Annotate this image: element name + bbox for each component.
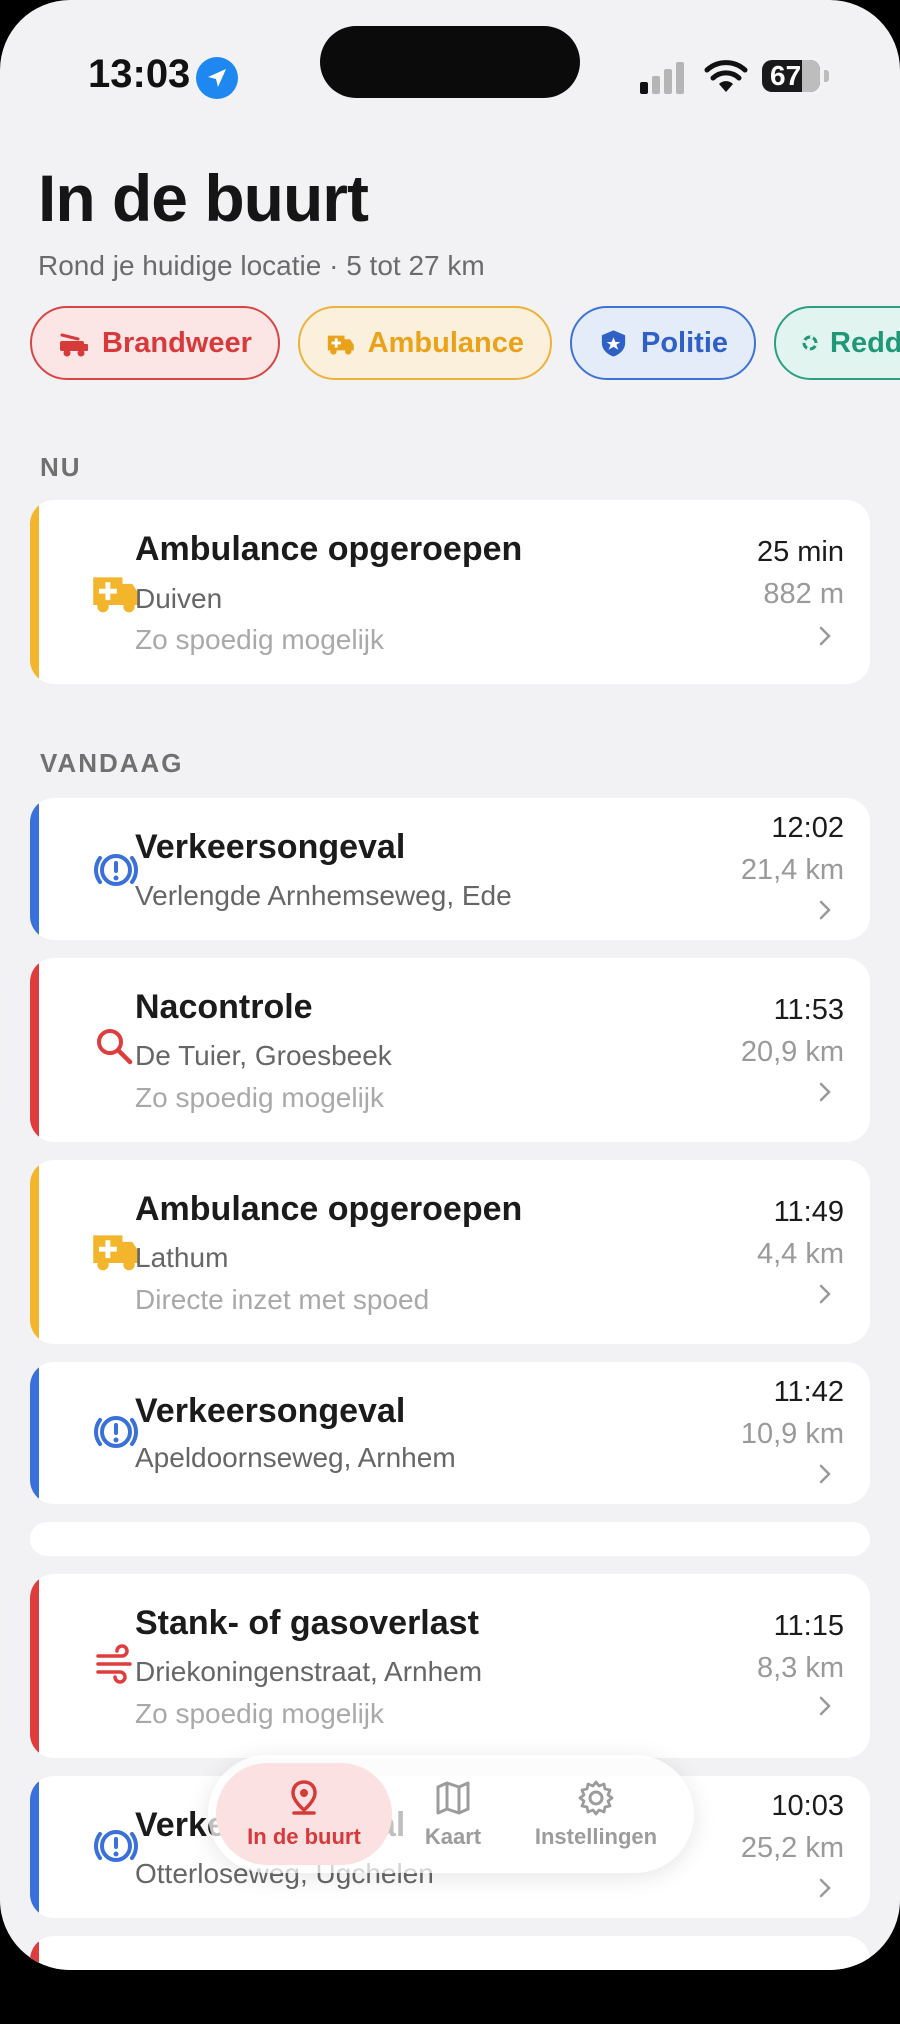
incident-distance: 10,9 km xyxy=(740,1418,844,1450)
chevron-right-icon xyxy=(819,626,831,646)
incident-location: Lathum xyxy=(135,1242,229,1273)
page-title: In de buurt xyxy=(38,161,369,235)
incident-priority: Zo spoedig mogelijk xyxy=(135,1082,385,1113)
tab-label: Kaart xyxy=(424,1824,482,1849)
tab-instellingen[interactable]: Instellingen xyxy=(508,1763,684,1865)
section-header-today: VANDAAG xyxy=(40,748,184,778)
service-filter-bar: Brandweer Ambulance Politie Redding xyxy=(30,306,900,380)
map-icon xyxy=(436,1781,470,1815)
incident-title: Verkeersongeval xyxy=(135,828,406,866)
fire-truck-icon xyxy=(60,333,88,357)
incident-card[interactable]: Verkeersongeval Verlengde Arnhemseweg, E… xyxy=(30,798,870,940)
tab-kaart[interactable]: Kaart xyxy=(408,1763,498,1865)
incident-location: Apeldoornseweg, Arnhem xyxy=(135,1442,456,1473)
incident-distance: 8,3 km xyxy=(756,1652,844,1684)
incident-card-placeholder xyxy=(30,1522,870,1556)
incident-title: Nacontrole xyxy=(135,988,313,1026)
filter-chip-redding[interactable]: Redding xyxy=(774,306,900,380)
incident-distance: 4,4 km xyxy=(756,1238,844,1270)
incident-location: De Tuier, Groesbeek xyxy=(135,1040,392,1071)
incident-priority: Zo spoedig mogelijk xyxy=(135,624,385,655)
service-color-bar xyxy=(30,798,39,940)
status-time: 13:03 xyxy=(88,52,191,96)
filter-chip-label: Ambulance xyxy=(367,326,524,359)
incident-card[interactable]: Verkeersongeval Apeldoornseweg, Arnhem 1… xyxy=(30,1362,870,1504)
bottom-tab-bar: In de buurt Kaart Instellingen xyxy=(208,1755,694,1873)
cellular-signal-icon xyxy=(640,62,684,94)
page-subtitle: Rond je huidige locatie · 5 tot 27 km xyxy=(38,250,485,281)
wifi-icon xyxy=(704,60,748,92)
police-badge-icon xyxy=(601,330,626,357)
chevron-right-icon xyxy=(819,1464,831,1484)
app-screen: 13:03 67 In de buurt Rond je huidige loc… xyxy=(0,0,900,1970)
incident-distance: 882 m xyxy=(763,578,844,610)
filter-chip-politie[interactable]: Politie xyxy=(570,306,756,380)
filter-chip-label: Brandweer xyxy=(102,326,252,359)
chevron-right-icon xyxy=(819,900,831,920)
incident-card[interactable]: Nacontrole De Tuier, Groesbeek Zo spoedi… xyxy=(30,958,870,1142)
incident-card-partial xyxy=(30,1936,870,1970)
chevron-right-icon xyxy=(819,1878,831,1898)
location-pin-icon xyxy=(291,1780,317,1815)
incident-title: Stank- of gasoverlast xyxy=(135,1604,479,1642)
battery-level: 67 xyxy=(770,60,802,91)
incident-distance: 21,4 km xyxy=(740,854,844,886)
chevron-right-icon xyxy=(819,1696,831,1716)
tab-in-de-buurt[interactable]: In de buurt xyxy=(216,1763,392,1865)
incident-time: 11:42 xyxy=(773,1376,844,1408)
incident-priority: Directe inzet met spoed xyxy=(135,1284,430,1315)
service-color-bar xyxy=(30,1160,39,1344)
battery-indicator: 67 xyxy=(762,60,820,92)
service-color-bar xyxy=(30,1776,39,1918)
lifebuoy-icon xyxy=(802,335,818,351)
service-color-bar xyxy=(30,958,39,1142)
section-header-now: NU xyxy=(40,452,82,482)
incident-time: 25 min xyxy=(756,536,844,568)
gear-icon xyxy=(578,1780,614,1816)
incident-title: Ambulance opgeroepen xyxy=(135,1190,523,1228)
service-color-bar xyxy=(30,1574,39,1758)
incident-title: Verkeersongeval xyxy=(135,1392,406,1430)
service-color-bar xyxy=(30,1936,39,1970)
incident-time: 10:03 xyxy=(771,1790,844,1822)
ambulance-icon xyxy=(327,335,354,355)
incident-time: 11:15 xyxy=(773,1610,844,1642)
incident-location: Duiven xyxy=(135,583,223,614)
incident-card[interactable]: Stank- of gasoverlast Driekoningenstraat… xyxy=(30,1574,870,1758)
battery-tip xyxy=(824,70,829,82)
service-color-bar xyxy=(30,500,39,684)
chevron-right-icon xyxy=(819,1284,831,1304)
incident-card[interactable]: Ambulance opgeroepen Lathum Directe inze… xyxy=(30,1160,870,1344)
filter-chip-label: Politie xyxy=(640,326,728,359)
incident-location: Verlengde Arnhemseweg, Ede xyxy=(135,880,512,911)
service-color-bar xyxy=(30,1362,39,1504)
incident-card[interactable]: Ambulance opgeroepen Duiven Zo spoedig m… xyxy=(30,500,870,684)
incident-distance: 20,9 km xyxy=(740,1036,844,1068)
filter-chip-brandweer[interactable]: Brandweer xyxy=(30,306,280,380)
incident-priority: Zo spoedig mogelijk xyxy=(135,1698,385,1729)
location-arrow-icon xyxy=(196,57,238,99)
incident-distance: 25,2 km xyxy=(740,1832,844,1864)
incident-location: Driekoningenstraat, Arnhem xyxy=(135,1656,483,1687)
filter-chip-label: Redding xyxy=(830,326,900,359)
tab-label: Instellingen xyxy=(534,1824,658,1849)
filter-chip-ambulance[interactable]: Ambulance xyxy=(298,306,552,380)
incident-title: Ambulance opgeroepen xyxy=(135,530,523,568)
chevron-right-icon xyxy=(819,1082,831,1102)
incident-time: 11:53 xyxy=(773,994,844,1026)
incident-time: 12:02 xyxy=(771,812,844,844)
dynamic-island xyxy=(320,26,580,98)
incident-time: 11:49 xyxy=(773,1196,844,1228)
tab-label: In de buurt xyxy=(247,1824,361,1849)
